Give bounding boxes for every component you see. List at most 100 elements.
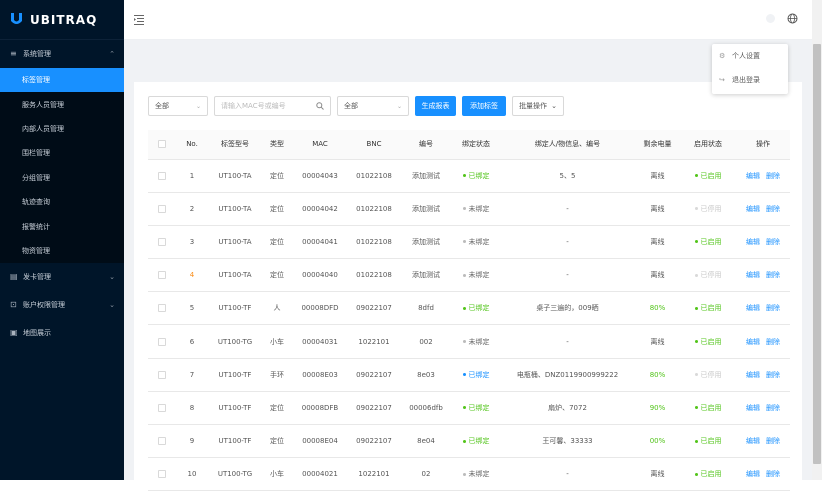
menu-item-logout[interactable]: ↪ 退出登录	[712, 68, 788, 92]
delete-link[interactable]: 删除	[766, 371, 780, 379]
checkbox-cell[interactable]	[148, 159, 176, 193]
scrollbar[interactable]	[812, 0, 822, 480]
filter-select-1[interactable]: 全部 ⌄	[148, 96, 208, 116]
table-row: 9 UT100-TF 定位 00008E04 09022107 8e04 已绑定 王可馨、33…	[148, 424, 790, 459]
edit-link[interactable]: 编辑	[746, 404, 760, 412]
globe-icon[interactable]	[787, 13, 798, 24]
action-cell: 编辑 删除	[736, 391, 790, 426]
sidebar-item-1[interactable]: 服务人员管理	[0, 92, 124, 117]
no-cell: 7	[176, 358, 208, 392]
bind-cell: 已绑定	[452, 358, 500, 392]
status-dot-icon	[694, 373, 698, 377]
sidebar-item-0[interactable]: 标签管理	[0, 68, 124, 93]
delete-link[interactable]: 删除	[766, 304, 780, 312]
sidebar-group-3[interactable]: ▣ 地图展示	[0, 319, 124, 347]
bound-info: -	[566, 337, 569, 346]
table-row: 7 UT100-TF 手环 00008E03 09022107 8e03 已绑定 电瓶桶、DN…	[148, 358, 790, 392]
table-row: 3 UT100-TA 定位 00004041 01022108 添加测试 未绑定 - 离线 已启用…	[148, 225, 790, 260]
row-checkbox[interactable]	[158, 403, 166, 412]
add-tag-button[interactable]: 添加标签	[462, 96, 506, 116]
delete-link[interactable]: 删除	[766, 238, 780, 246]
checkbox-cell[interactable]	[148, 358, 176, 392]
battery-level: 离线	[650, 204, 665, 213]
tag-type: 定位	[270, 171, 284, 180]
search-input[interactable]: 请输入MAC号或编号	[214, 96, 331, 116]
menu-fold-icon[interactable]	[134, 14, 144, 25]
row-checkbox[interactable]	[158, 304, 166, 313]
menu-item-settings[interactable]: ⚙ 个人设置	[712, 44, 788, 68]
logo-icon	[11, 13, 22, 24]
row-checkbox[interactable]	[158, 171, 166, 180]
edit-link[interactable]: 编辑	[746, 470, 760, 478]
row-checkbox[interactable]	[158, 237, 166, 246]
select-all-checkbox[interactable]	[158, 140, 166, 149]
status-dot-icon	[462, 340, 466, 344]
scroll-thumb[interactable]	[813, 44, 821, 464]
checkbox-cell[interactable]	[148, 324, 176, 359]
tag-type: 小车	[270, 337, 284, 346]
model-cell: UT100-TF	[208, 424, 262, 459]
checkbox-cell[interactable]	[148, 225, 176, 260]
code-cell: 添加测试	[400, 225, 452, 260]
column-header: 启用状态	[680, 130, 736, 160]
row-checkbox[interactable]	[158, 271, 166, 280]
edit-link[interactable]: 编辑	[746, 238, 760, 246]
delete-link[interactable]: 删除	[766, 338, 780, 346]
table-row: 5 UT100-TF 人 00008DFD 09022107 8dfd 已绑定 桌子三遍的，0…	[148, 291, 790, 326]
row-checkbox[interactable]	[158, 370, 166, 379]
generate-report-button[interactable]: 生成报表	[415, 96, 456, 116]
checkbox-cell[interactable]	[148, 424, 176, 459]
sidebar-group-1[interactable]: ▤ 发卡管理 ⌄	[0, 263, 124, 291]
sidebar-item-7[interactable]: 物资管理	[0, 238, 124, 264]
edit-link[interactable]: 编辑	[746, 271, 760, 279]
sidebar-group-2[interactable]: ⊡ 账户权限管理 ⌄	[0, 291, 124, 319]
sidebar-item-4[interactable]: 分组管理	[0, 165, 124, 190]
checkbox-cell[interactable]	[148, 291, 176, 326]
batch-operation-button[interactable]: 批量操作 ⌄	[512, 96, 564, 116]
checkbox-cell[interactable]	[148, 391, 176, 426]
delete-link[interactable]: 删除	[766, 437, 780, 445]
row-checkbox[interactable]	[158, 204, 166, 213]
edit-link[interactable]: 编辑	[746, 172, 760, 180]
search-icon[interactable]	[316, 102, 324, 110]
tag-model: UT100-TA	[218, 237, 252, 246]
checkbox-cell[interactable]	[148, 192, 176, 226]
user-avatar[interactable]	[766, 14, 775, 23]
enable-cell: 已启用	[680, 424, 736, 459]
edit-link[interactable]: 编辑	[746, 338, 760, 346]
row-checkbox[interactable]	[158, 337, 166, 346]
tag-bnc: 01022108	[356, 237, 392, 246]
checkbox-cell[interactable]	[148, 258, 176, 293]
select-all-checkbox-cell[interactable]	[148, 130, 176, 160]
delete-link[interactable]: 删除	[766, 205, 780, 213]
delete-link[interactable]: 删除	[766, 470, 780, 478]
edit-link[interactable]: 编辑	[746, 437, 760, 445]
code-cell: 8dfd	[400, 291, 452, 326]
row-number: 8	[189, 403, 195, 412]
row-checkbox[interactable]	[158, 437, 166, 446]
battery-cell: 00%	[635, 424, 680, 459]
edit-link[interactable]: 编辑	[746, 304, 760, 312]
delete-link[interactable]: 删除	[766, 172, 780, 180]
sidebar-item-6[interactable]: 报警统计	[0, 214, 124, 239]
delete-link[interactable]: 删除	[766, 271, 780, 279]
type-cell: 人	[262, 291, 292, 326]
checkbox-cell[interactable]	[148, 457, 176, 491]
edit-link[interactable]: 编辑	[746, 205, 760, 213]
tag-code: 添加测试	[412, 204, 440, 213]
row-checkbox[interactable]	[158, 470, 166, 479]
bnc-cell: 09022107	[348, 291, 400, 326]
tag-bnc: 09022107	[356, 370, 392, 379]
bound-info: 扇炉、7072	[548, 403, 587, 412]
sidebar-item-5[interactable]: 轨迹查询	[0, 189, 124, 215]
filter-select-2[interactable]: 全部 ⌄	[337, 96, 409, 116]
column-header: 编号	[400, 130, 452, 160]
sidebar-item-3[interactable]: 围栏管理	[0, 141, 124, 166]
tag-model: UT100-TF	[218, 437, 252, 446]
delete-link[interactable]: 删除	[766, 404, 780, 412]
action-cell: 编辑 删除	[736, 457, 790, 491]
edit-link[interactable]: 编辑	[746, 371, 760, 379]
sidebar-group-0[interactable]: ≡ 系统管理 ⌃	[0, 40, 124, 68]
sidebar-item-2[interactable]: 内部人员管理	[0, 116, 124, 142]
bnc-cell: 1022101	[348, 457, 400, 491]
